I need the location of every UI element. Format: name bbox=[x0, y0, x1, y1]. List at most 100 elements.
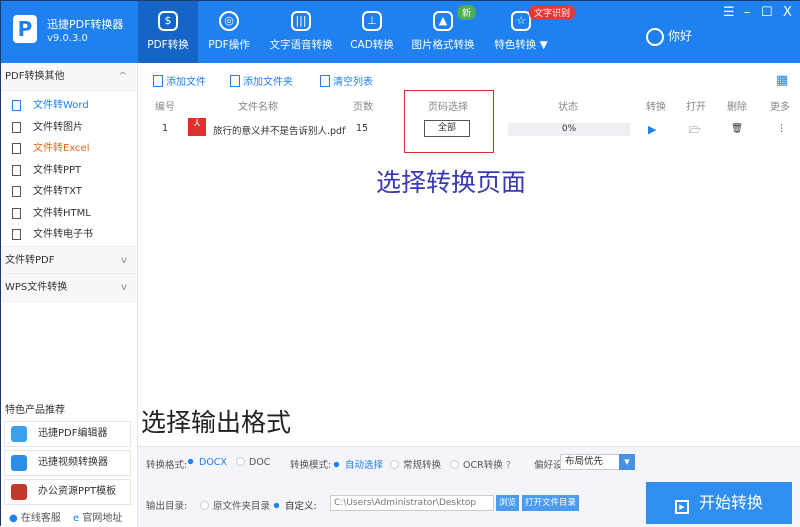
tab-label: 特色转换 ▼ bbox=[494, 39, 548, 51]
more-icon[interactable]: ⋮ bbox=[777, 123, 787, 134]
pdf-file-icon: ⅄ bbox=[188, 118, 206, 136]
radio-label: 原文件夹目录 bbox=[213, 501, 271, 512]
item-label: 文件转图片 bbox=[33, 121, 83, 133]
play-icon[interactable]: ▶ bbox=[648, 123, 656, 136]
radio-dot bbox=[200, 501, 209, 510]
item-label: 文件转Word bbox=[33, 100, 89, 111]
mode-ocr-radio[interactable]: OCR转换 ? bbox=[450, 457, 511, 471]
maximize-button[interactable]: ☐ bbox=[761, 5, 773, 20]
radio-dot bbox=[333, 461, 340, 468]
row-index: 1 bbox=[161, 123, 169, 134]
user-account[interactable]: 你好 bbox=[646, 27, 692, 46]
add-folder-button[interactable]: 添加文件夹 bbox=[230, 73, 293, 88]
sidebar-item-excel[interactable]: 文件转Excel bbox=[1, 138, 137, 160]
format-docx-radio[interactable]: DOCX bbox=[186, 457, 227, 468]
online-service-link[interactable]: ● 在线客服 bbox=[9, 509, 61, 524]
format-label: 转换格式: bbox=[146, 460, 188, 471]
product-label: 迅捷视频转换器 bbox=[38, 457, 108, 468]
col-convert: 转换 bbox=[646, 102, 666, 113]
tab-cad[interactable]: ⊥ CAD转换 bbox=[346, 1, 398, 63]
minimize-button[interactable]: – bbox=[744, 5, 751, 20]
radio-label: 常规转换 bbox=[403, 460, 442, 471]
sidebar-item-html[interactable]: 文件转HTML bbox=[1, 203, 137, 225]
col-more: 更多 bbox=[770, 102, 790, 113]
close-button[interactable]: X bbox=[783, 5, 792, 20]
word-icon bbox=[12, 100, 21, 111]
col-open: 打开 bbox=[686, 102, 706, 113]
clear-list-button[interactable]: 清空列表 bbox=[320, 73, 373, 88]
sidebar-item-word[interactable]: 文件转Word bbox=[1, 95, 137, 117]
start-convert-button[interactable]: ▶ 开始转换 bbox=[646, 482, 792, 524]
link-label: 官网地址 bbox=[82, 513, 123, 524]
mode-normal-radio[interactable]: 常规转换 bbox=[390, 457, 441, 471]
radio-label: 自定义: bbox=[285, 501, 317, 512]
product-label: 办公资源PPT模板 bbox=[38, 486, 117, 497]
button-label: 添加文件夹 bbox=[243, 77, 293, 88]
cad-icon: ⊥ bbox=[362, 11, 382, 31]
annotation-page-select: 选择转换页面 bbox=[376, 168, 527, 197]
open-directory-button[interactable]: 打开文件目录 bbox=[522, 495, 580, 511]
mode-label: 转换模式: bbox=[290, 460, 332, 471]
special-icon: ☆ bbox=[511, 11, 531, 31]
col-index: 编号 bbox=[155, 102, 175, 113]
convert-icon: $ bbox=[158, 11, 178, 31]
add-file-button[interactable]: 添加文件 bbox=[153, 73, 206, 88]
ppt-template-icon bbox=[11, 484, 27, 500]
col-filename: 文件名称 bbox=[238, 102, 278, 113]
output-path-input[interactable]: C:\Users\Administrator\Desktop bbox=[330, 495, 494, 511]
item-label: 文件转Excel bbox=[33, 143, 90, 154]
tab-pdf-operate[interactable]: ◎ PDF操作 bbox=[201, 1, 257, 63]
link-label: 在线客服 bbox=[20, 513, 61, 524]
help-icon[interactable]: ? bbox=[506, 460, 511, 471]
product-ppt-template[interactable]: 办公资源PPT模板 bbox=[4, 479, 131, 505]
item-label: 文件转PPT bbox=[33, 164, 82, 176]
output-original-radio[interactable]: 原文件夹目录 bbox=[200, 498, 270, 512]
delete-icon[interactable]: 🗑 bbox=[731, 123, 743, 134]
product-pdf-editor[interactable]: 迅捷PDF编辑器 bbox=[4, 421, 131, 447]
group-label: 文件转PDF bbox=[5, 254, 55, 266]
website-link[interactable]: e 官网地址 bbox=[73, 509, 122, 524]
gear-icon: ◎ bbox=[219, 11, 239, 31]
radio-label: OCR转换 bbox=[463, 460, 503, 471]
voice-icon: ||| bbox=[291, 11, 311, 31]
output-label: 输出目录: bbox=[146, 501, 188, 512]
button-label: 添加文件 bbox=[166, 77, 206, 88]
radio-dot bbox=[187, 458, 194, 465]
tab-label: PDF操作 bbox=[208, 39, 250, 51]
product-label: 迅捷PDF编辑器 bbox=[38, 428, 108, 439]
sidebar-group-wps[interactable]: WPS文件转换 v bbox=[1, 273, 137, 302]
trash-icon bbox=[320, 75, 330, 87]
mode-auto-radio[interactable]: 自动选择 bbox=[332, 457, 383, 471]
tab-label: 图片格式转换 bbox=[411, 39, 475, 51]
tab-text-voice[interactable]: ||| 文字语音转换 bbox=[266, 1, 336, 63]
chevron-up-icon: ^ bbox=[118, 71, 127, 82]
sidebar-item-ppt[interactable]: 文件转PPT bbox=[1, 160, 137, 182]
sidebar-item-txt[interactable]: 文件转TXT bbox=[1, 181, 137, 203]
open-folder-icon[interactable]: 🗁 bbox=[689, 123, 701, 139]
grid-view-icon[interactable]: ▦ bbox=[776, 73, 788, 88]
menu-icon[interactable]: ☰ bbox=[723, 5, 735, 20]
sidebar-item-image[interactable]: 文件转图片 bbox=[1, 117, 137, 139]
browse-button[interactable]: 浏览 bbox=[496, 495, 520, 511]
product-video-converter[interactable]: 迅捷视频转换器 bbox=[4, 450, 131, 476]
tab-label: 文字语音转换 bbox=[269, 39, 333, 51]
user-greeting: 你好 bbox=[668, 29, 693, 43]
excel-icon bbox=[12, 143, 21, 154]
tab-pdf-convert[interactable]: $ PDF转换 bbox=[138, 1, 198, 63]
format-doc-radio[interactable]: DOC bbox=[236, 457, 270, 468]
output-custom-radio[interactable]: 自定义: bbox=[272, 498, 317, 512]
sidebar-item-ebook[interactable]: 文件转电子书 bbox=[1, 224, 137, 246]
sidebar-group-to-pdf[interactable]: 文件转PDF v bbox=[1, 245, 137, 274]
col-delete: 删除 bbox=[727, 102, 747, 113]
user-icon bbox=[646, 27, 664, 46]
tab-label: PDF转换 bbox=[147, 39, 189, 51]
radio-dot bbox=[236, 457, 245, 466]
col-pages: 页数 bbox=[353, 102, 373, 113]
pdf-editor-icon bbox=[11, 426, 27, 442]
radio-dot bbox=[273, 502, 280, 509]
chevron-down-icon: ▼ bbox=[619, 454, 635, 470]
app-version: v9.0.3.0 bbox=[47, 33, 88, 44]
pref-select[interactable]: 布局优先 ▼ bbox=[560, 454, 635, 470]
sidebar-group-pdf-other[interactable]: PDF转换其他 ^ bbox=[1, 63, 137, 91]
col-status: 状态 bbox=[558, 102, 578, 113]
